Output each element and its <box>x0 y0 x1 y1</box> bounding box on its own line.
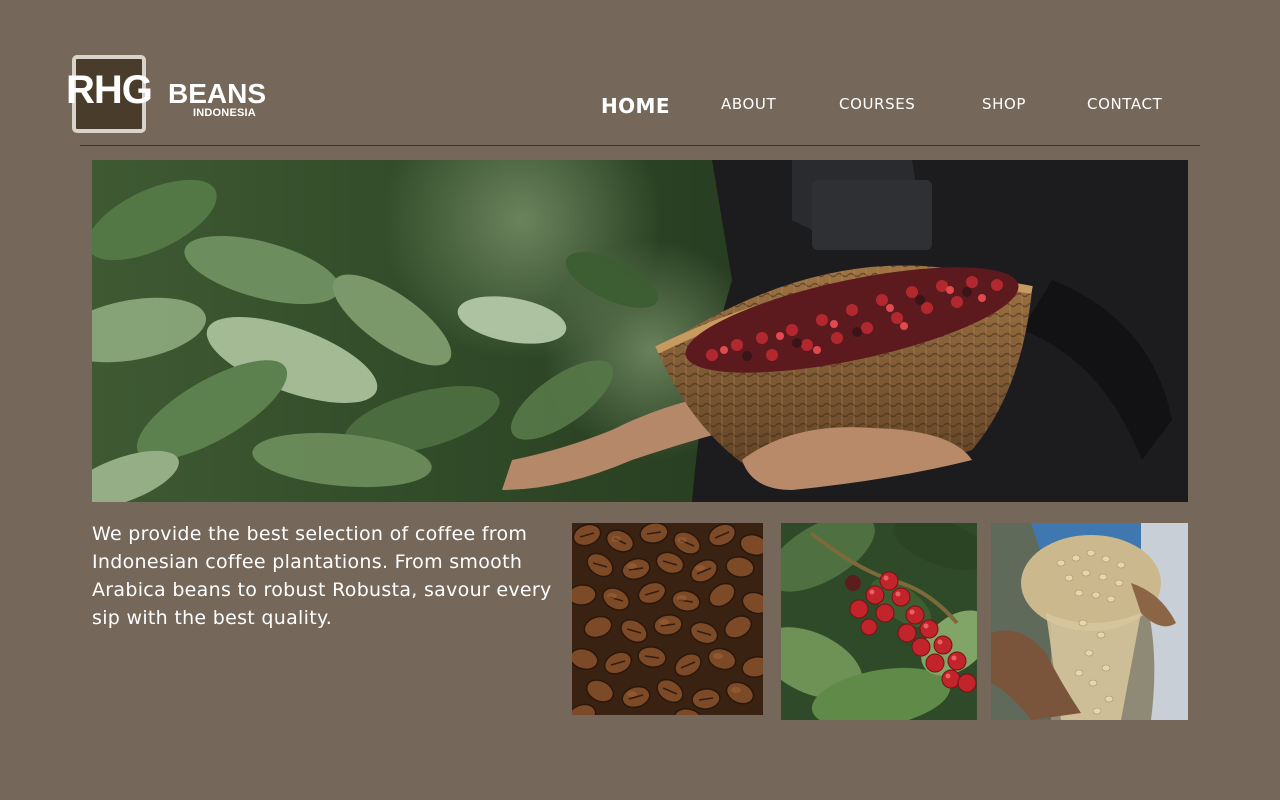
nav-contact[interactable]: CONTACT <box>1087 94 1162 114</box>
logo-word: BEANS <box>168 78 267 109</box>
logo-mark: RHG <box>66 68 153 112</box>
intro-text: We provide the best selection of coffee … <box>92 523 552 629</box>
nav-shop[interactable]: SHOP <box>982 94 1026 114</box>
nav-home[interactable]: HOME <box>601 94 670 118</box>
nav-courses[interactable]: COURSES <box>839 94 915 114</box>
green-beans-image <box>991 523 1188 720</box>
coffee-cherries-image <box>781 523 977 720</box>
brand-logo[interactable]: RHG BEANS INDONESIA <box>66 54 266 136</box>
roasted-beans-image <box>572 523 763 715</box>
logo-subtitle: INDONESIA <box>193 107 256 119</box>
page: RHG BEANS INDONESIA HOME ABOUT COURSES S… <box>0 0 1280 800</box>
header-divider <box>80 145 1200 146</box>
nav-about[interactable]: ABOUT <box>721 94 776 114</box>
hero-image <box>92 160 1188 502</box>
